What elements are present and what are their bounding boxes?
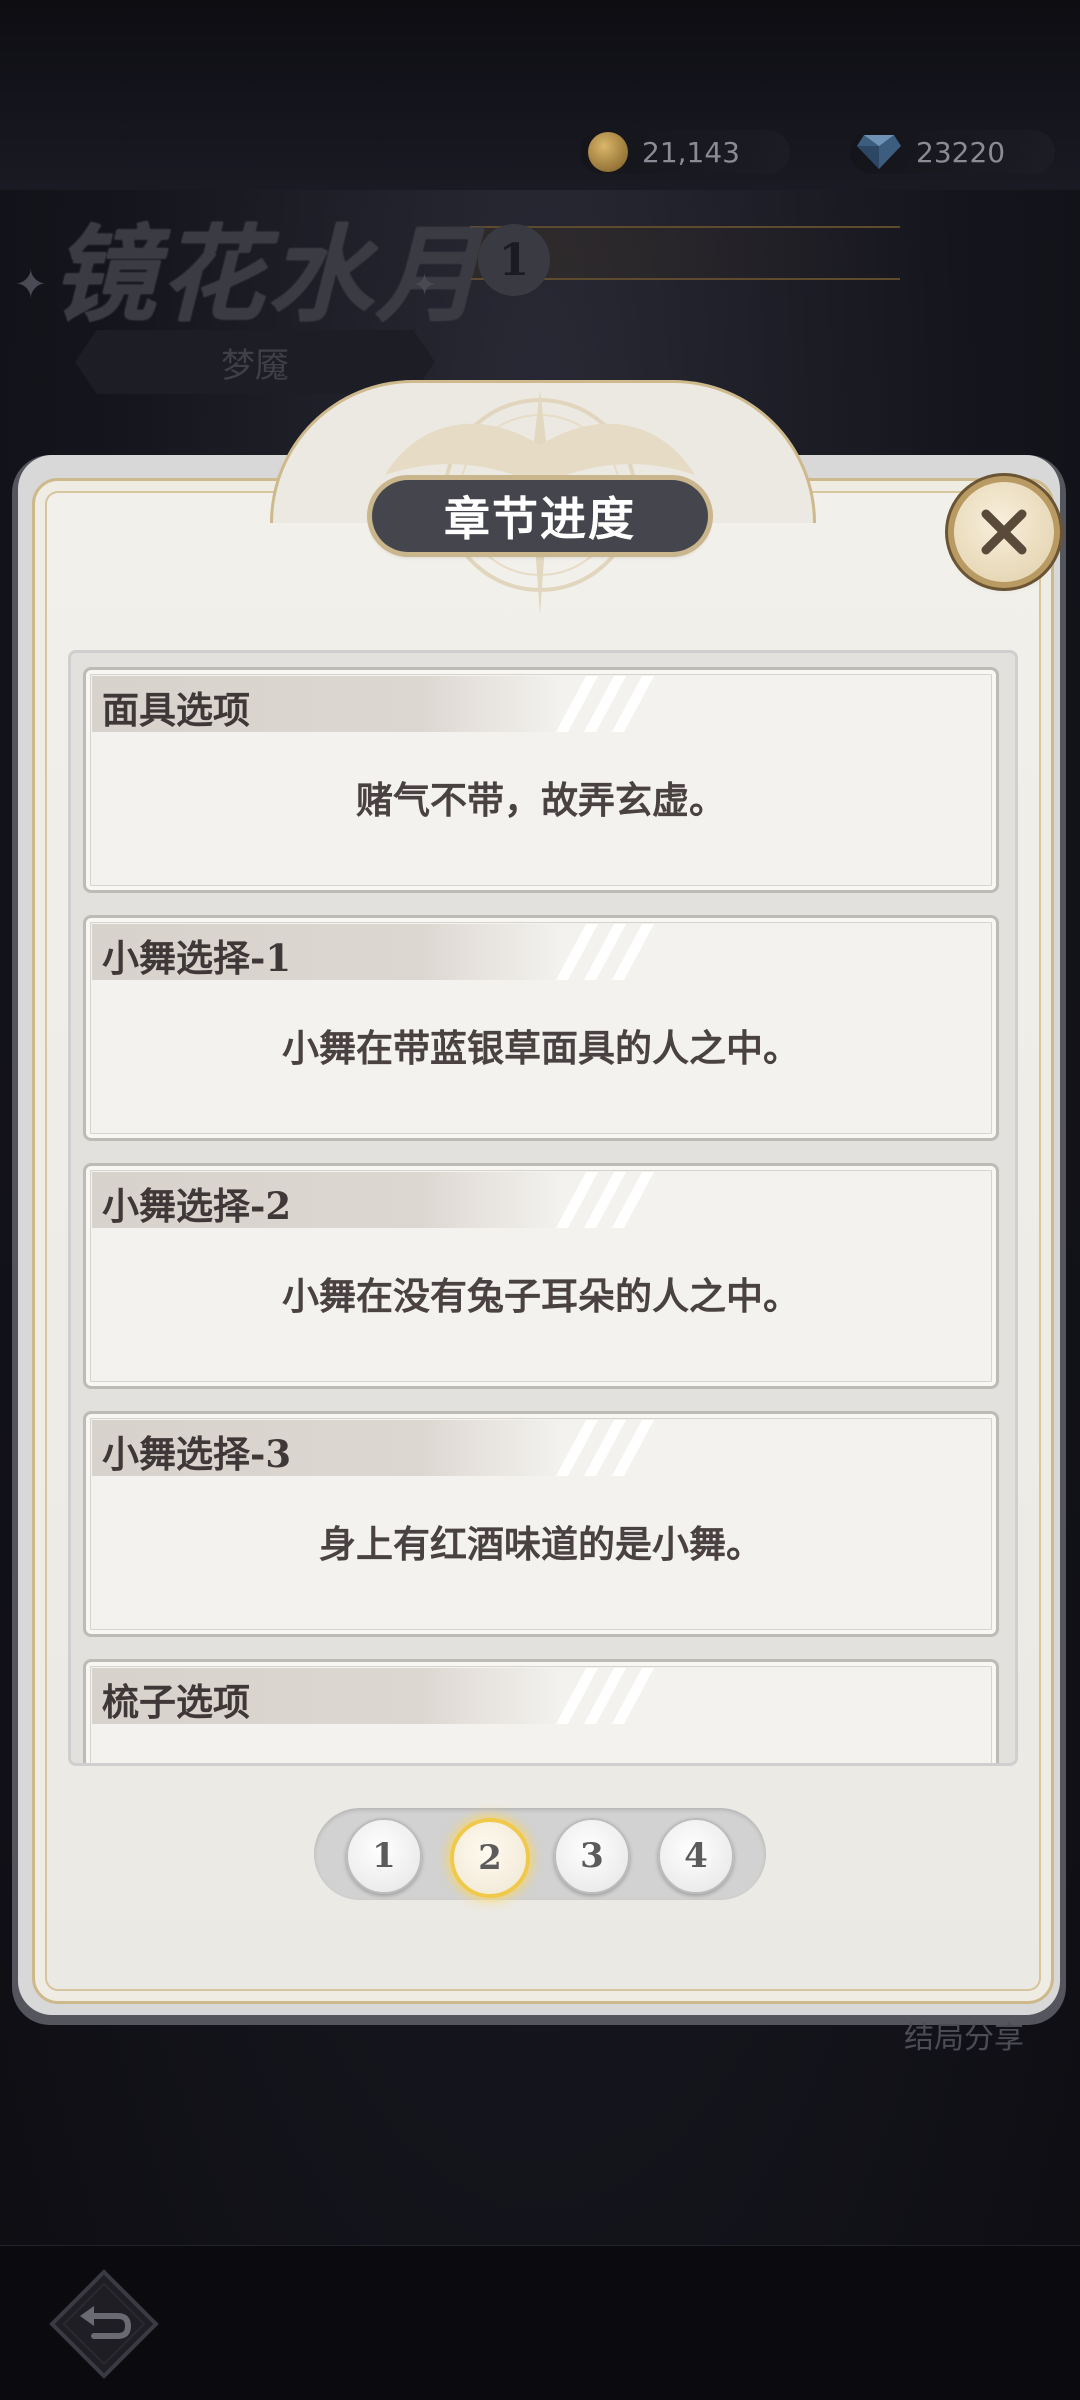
sparkle-icon: ✦ — [412, 268, 438, 303]
panel-title: 章节进度 — [372, 480, 708, 552]
stripe-decoration — [556, 1420, 654, 1476]
stripe-decoration — [556, 1668, 654, 1724]
progress-list[interactable]: 面具选项 赌气不带，故弄玄虚。 小舞选择-1 小舞在带蓝银草面具的人之中。 小舞… — [68, 650, 1018, 1766]
bottom-bar — [0, 2245, 1080, 2400]
stripe-decoration — [556, 1172, 654, 1228]
diamond-icon — [857, 135, 901, 169]
card-label: 小舞选择-1 — [102, 936, 292, 980]
page-button-4[interactable]: 4 — [658, 1818, 734, 1894]
page-button-1[interactable]: 1 — [346, 1818, 422, 1894]
page-button-2-active[interactable]: 2 — [450, 1818, 530, 1898]
stripe-decoration — [556, 924, 654, 980]
level-title: 镜花水月 — [52, 213, 485, 336]
close-icon — [981, 509, 1027, 555]
card-text: 小舞在没有兔子耳朵的人之中。 — [282, 1274, 800, 1318]
card-text: 身上有红酒味道的是小舞。 — [319, 1522, 763, 1566]
list-item: 面具选项 赌气不带，故弄玄虚。 — [83, 667, 999, 893]
stripe-decoration — [556, 676, 654, 732]
card-text: 小舞在带蓝银草面具的人之中。 — [282, 1026, 800, 1070]
title-badge: 1 — [478, 224, 550, 296]
coin-icon — [588, 132, 628, 172]
close-button[interactable] — [954, 482, 1054, 582]
ending-share-button[interactable]: 结局分享 — [904, 2013, 1024, 2057]
card-label: 小舞选择-3 — [102, 1432, 292, 1476]
gem-value: 23220 — [916, 135, 1006, 169]
card-text: 赌气不带，故弄玄虚。 — [356, 778, 726, 822]
back-button[interactable] — [48, 2268, 160, 2380]
coin-value: 21,143 — [642, 135, 740, 169]
card-label: 面具选项 — [102, 688, 250, 732]
pagination: 1 2 3 4 — [314, 1808, 766, 1900]
card-label: 小舞选择-2 — [102, 1184, 292, 1228]
card-label: 梳子选项 — [102, 1680, 250, 1724]
gem-counter: 23220 — [850, 130, 1055, 174]
coin-counter: 21,143 — [580, 130, 790, 174]
list-item: 小舞选择-2 小舞在没有兔子耳朵的人之中。 — [83, 1163, 999, 1389]
list-item: 小舞选择-3 身上有红酒味道的是小舞。 — [83, 1411, 999, 1637]
list-item: 小舞选择-1 小舞在带蓝银草面具的人之中。 — [83, 915, 999, 1141]
sparkle-icon: ✦ — [14, 262, 48, 308]
list-item: 梳子选项 — [83, 1659, 999, 1763]
page-button-3[interactable]: 3 — [554, 1818, 630, 1894]
